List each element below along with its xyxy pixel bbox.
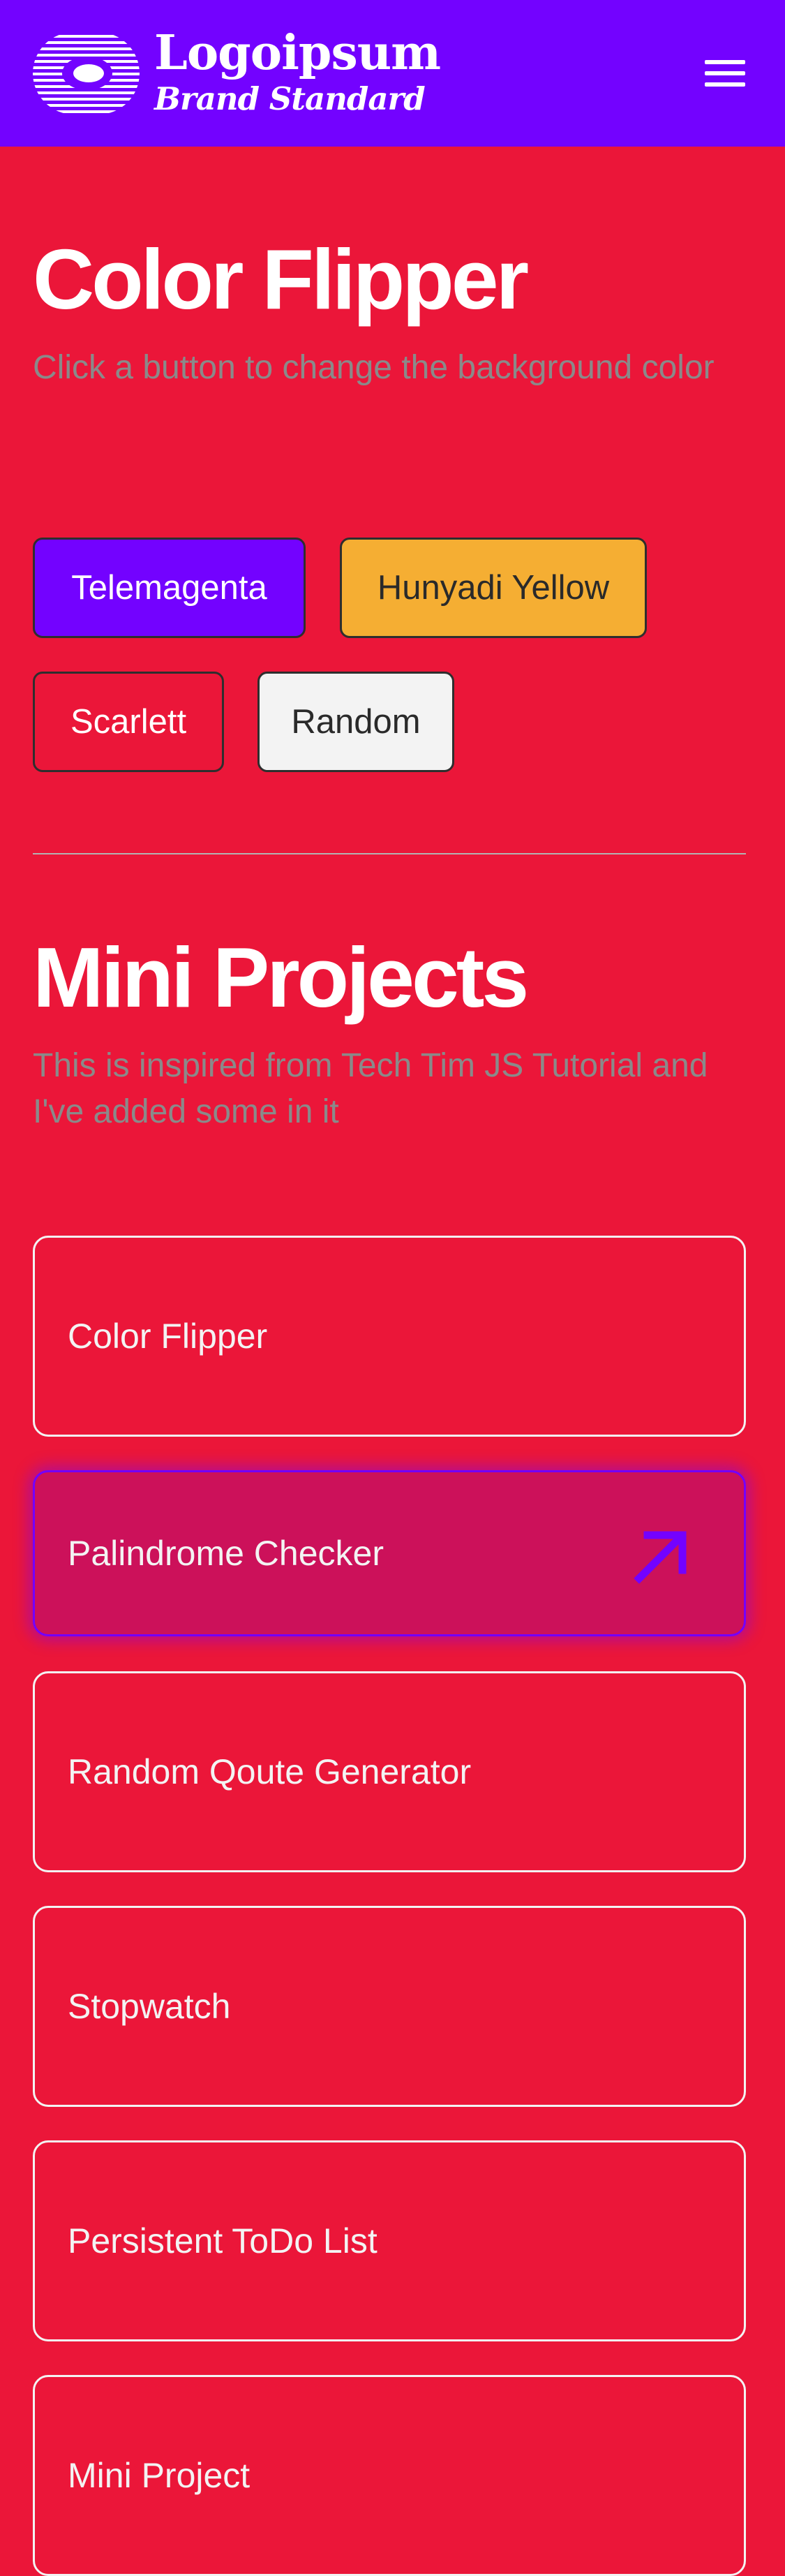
telemagenta-button[interactable]: Telemagenta [33,538,306,638]
random-button[interactable]: Random [257,672,454,772]
project-card-stopwatch[interactable]: Stopwatch [33,1906,746,2107]
striped-circle-logo-icon[interactable] [33,32,140,114]
project-card-color-flipper[interactable]: Color Flipper [33,1236,746,1437]
color-flipper-title: Color Flipper [33,232,529,327]
project-card-label: Persistent ToDo List [68,2221,377,2260]
scarlett-button[interactable]: Scarlett [33,672,224,772]
hamburger-menu-icon[interactable] [702,57,749,89]
project-card-label: Mini Project [68,2456,251,2495]
project-card-label: Palindrome Checker [68,1534,384,1573]
hunyadi-yellow-button[interactable]: Hunyadi Yellow [340,538,647,638]
project-card-label: Random Qoute Generator [68,1752,472,1791]
section-divider [33,853,746,854]
mini-projects-title: Mini Projects [33,930,529,1025]
mini-projects-subtitle: This is inspired from Tech Tim JS Tutori… [33,1047,708,1130]
brand-name[interactable]: Logoipsum [154,25,441,81]
arrow-up-right-icon [634,1531,687,1584]
project-card-persistent-todo-list[interactable]: Persistent ToDo List [33,2140,746,2341]
color-flipper-subtitle: Click a button to change the background … [33,349,715,386]
project-card-random-quote-generator[interactable]: Random Qoute Generator [33,1671,746,1872]
project-card-palindrome-checker[interactable]: Palindrome Checker [33,1470,746,1636]
brand-tagline: Brand Standard [154,80,426,117]
project-card-mini-project[interactable]: Mini Project [33,2375,746,2576]
site-header: Logoipsum Brand Standard [0,0,785,147]
project-card-label: Color Flipper [68,1317,268,1356]
project-card-label: Stopwatch [68,1987,231,2026]
